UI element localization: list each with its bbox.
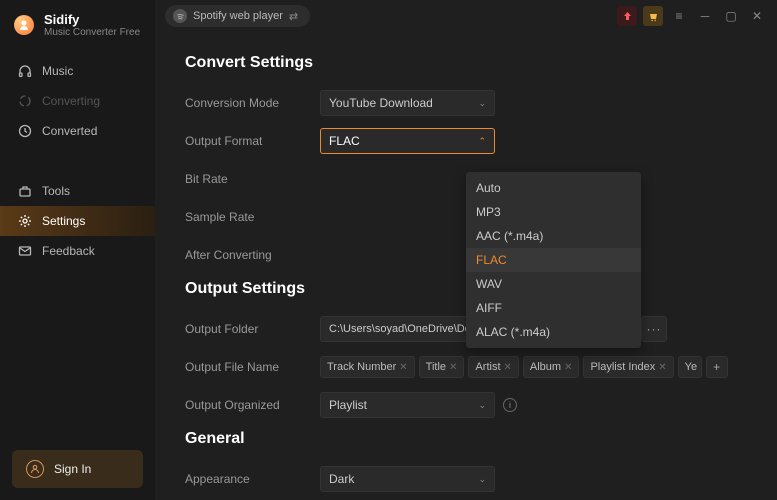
sidebar-item-converting[interactable]: Converting	[0, 86, 155, 116]
browse-folder-button[interactable]: ···	[641, 316, 667, 342]
app-logo-icon	[14, 15, 34, 35]
select-output-format[interactable]: FLAC ⌃	[320, 128, 495, 154]
select-output-organized[interactable]: Playlist ⌄	[320, 392, 495, 418]
brand: Sidify Music Converter Free	[0, 0, 155, 48]
mail-icon	[18, 244, 32, 258]
toolbox-icon	[18, 184, 32, 198]
help-icon[interactable]: i	[503, 398, 517, 412]
dropdown-option[interactable]: ALAC (*.m4a)	[466, 320, 641, 344]
dropdown-option[interactable]: Auto	[466, 176, 641, 200]
select-value: Playlist	[329, 398, 367, 412]
chevron-down-icon: ⌄	[478, 474, 486, 485]
sidebar-item-converted[interactable]: Converted	[0, 116, 155, 146]
dropdown-option[interactable]: WAV	[466, 272, 641, 296]
dropdown-option[interactable]: MP3	[466, 200, 641, 224]
sidebar-item-settings[interactable]: Settings	[0, 206, 155, 236]
section-title-general: General	[185, 430, 747, 448]
select-value: YouTube Download	[329, 96, 433, 110]
label-conversion-mode: Conversion Mode	[185, 96, 320, 110]
select-value: Dark	[329, 472, 354, 486]
label-output-organized: Output Organized	[185, 398, 320, 412]
close-button[interactable]: ✕	[747, 6, 767, 26]
dropdown-option[interactable]: AIFF	[466, 296, 641, 320]
chevron-down-icon: ⌄	[478, 98, 486, 109]
sign-in-label: Sign In	[54, 462, 91, 476]
sidebar-item-label: Tools	[42, 184, 70, 198]
select-value: FLAC	[329, 134, 360, 148]
menu-button[interactable]: ≡	[669, 6, 689, 26]
sign-in-button[interactable]: Sign In	[12, 450, 143, 488]
remove-tag-icon[interactable]: ✕	[504, 362, 512, 373]
spotify-icon	[173, 9, 187, 23]
add-tag-button[interactable]: +	[706, 356, 728, 378]
filename-tag[interactable]: Title✕	[419, 356, 465, 378]
filename-tag[interactable]: Playlist Index✕	[583, 356, 673, 378]
section-title-convert: Convert Settings	[185, 54, 747, 72]
sidebar-item-label: Settings	[42, 214, 85, 228]
sidebar-item-tools[interactable]: Tools	[0, 176, 155, 206]
remove-tag-icon[interactable]: ✕	[658, 362, 666, 373]
filename-tag[interactable]: Album✕	[523, 356, 580, 378]
maximize-button[interactable]: ▢	[721, 6, 741, 26]
label-output-filename: Output File Name	[185, 360, 320, 374]
sidebar-item-feedback[interactable]: Feedback	[0, 236, 155, 266]
dropdown-option-selected[interactable]: FLAC	[466, 248, 641, 272]
loading-icon	[18, 94, 32, 108]
gear-icon	[18, 214, 32, 228]
source-pill[interactable]: Spotify web player ⇄	[165, 5, 310, 27]
update-button[interactable]	[617, 6, 637, 26]
remove-tag-icon[interactable]: ✕	[449, 362, 457, 373]
label-bit-rate: Bit Rate	[185, 172, 320, 186]
remove-tag-icon[interactable]: ✕	[399, 362, 407, 373]
shop-button[interactable]	[643, 6, 663, 26]
chevron-up-icon: ⌃	[478, 136, 486, 147]
sidebar-item-music[interactable]: Music	[0, 56, 155, 86]
titlebar: Spotify web player ⇄ ≡ ─ ▢ ✕	[155, 0, 777, 32]
label-sample-rate: Sample Rate	[185, 210, 320, 224]
output-format-dropdown: Auto MP3 AAC (*.m4a) FLAC WAV AIFF ALAC …	[466, 172, 641, 348]
select-conversion-mode[interactable]: YouTube Download ⌄	[320, 90, 495, 116]
brand-title: Sidify	[44, 12, 140, 27]
sidebar-item-label: Music	[42, 64, 73, 78]
remove-tag-icon[interactable]: ✕	[564, 362, 572, 373]
chevron-down-icon: ⌄	[478, 400, 486, 411]
label-appearance: Appearance	[185, 472, 320, 486]
filename-tag[interactable]: Artist✕	[468, 356, 518, 378]
user-icon	[26, 460, 44, 478]
filename-tag[interactable]: Ye	[678, 356, 702, 378]
sidebar-item-label: Feedback	[42, 244, 95, 258]
clock-icon	[18, 124, 32, 138]
label-output-folder: Output Folder	[185, 322, 320, 336]
select-appearance[interactable]: Dark ⌄	[320, 466, 495, 492]
dropdown-option[interactable]: AAC (*.m4a)	[466, 224, 641, 248]
source-label: Spotify web player	[193, 10, 283, 22]
filename-tag[interactable]: Track Number✕	[320, 356, 415, 378]
headphones-icon	[18, 64, 32, 78]
label-after-converting: After Converting	[185, 248, 320, 262]
switch-icon: ⇄	[289, 10, 298, 23]
brand-subtitle: Music Converter Free	[44, 27, 140, 38]
minimize-button[interactable]: ─	[695, 6, 715, 26]
sidebar-item-label: Converting	[42, 94, 100, 108]
sidebar-item-label: Converted	[42, 124, 97, 138]
label-output-format: Output Format	[185, 134, 320, 148]
filename-tags: Track Number✕ Title✕ Artist✕ Album✕ Play…	[320, 356, 728, 378]
